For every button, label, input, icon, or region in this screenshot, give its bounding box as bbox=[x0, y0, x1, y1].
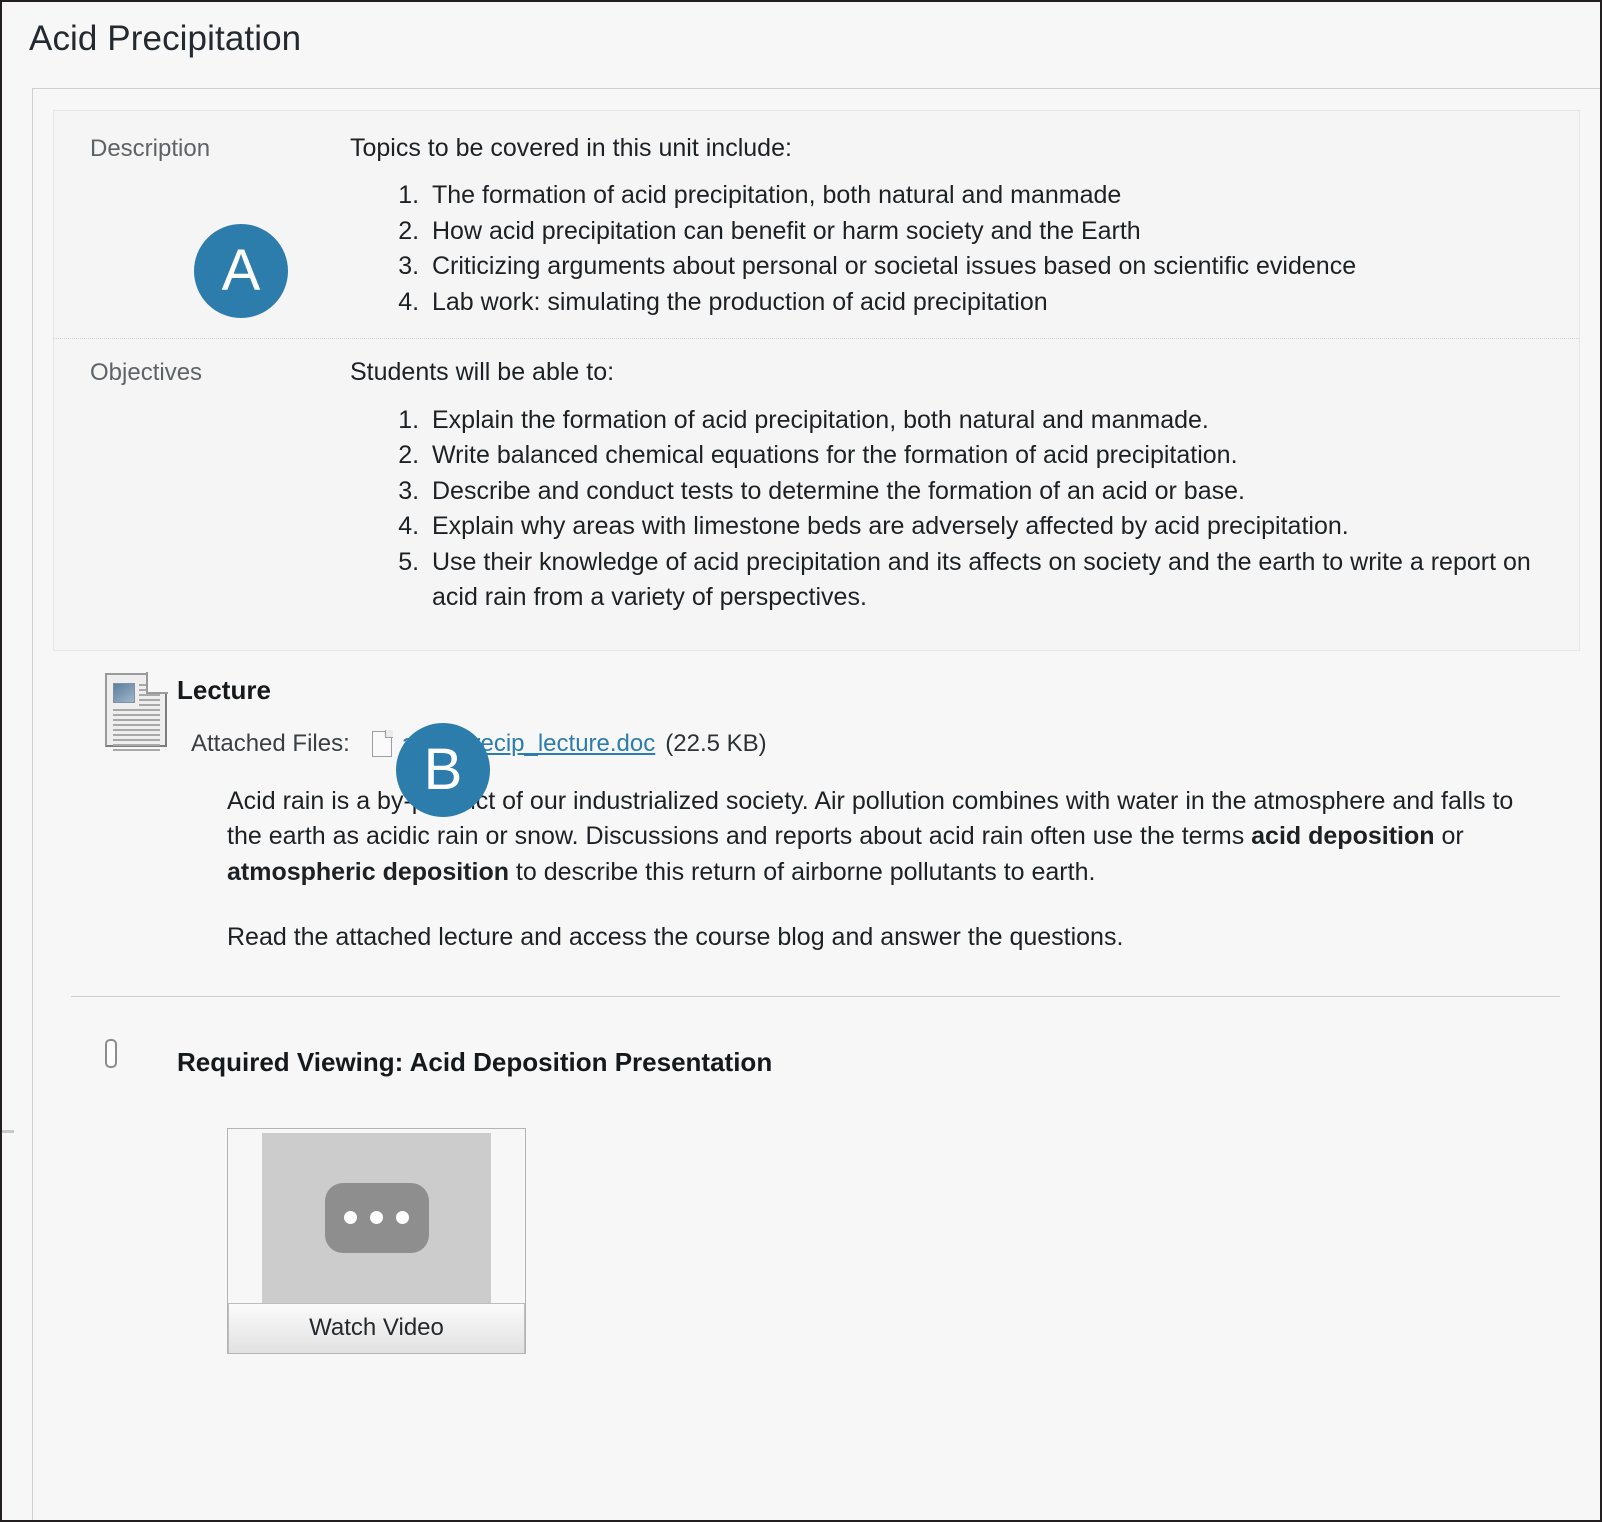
document-icon bbox=[105, 671, 168, 751]
list-item: Use their knowledge of acid precipitatio… bbox=[426, 545, 1549, 616]
viewing-header: Required Viewing: Acid Deposition Presen… bbox=[53, 1038, 1580, 1078]
objectives-intro: Students will be able to: bbox=[350, 358, 615, 387]
video-card[interactable]: Watch Video bbox=[227, 1127, 526, 1354]
attached-files-label: Attached Files: bbox=[191, 729, 350, 757]
description-label: Description bbox=[90, 135, 211, 162]
list-item: How acid precipitation can benefit or ha… bbox=[426, 214, 1549, 250]
viewing-main: Required Viewing: Acid Deposition Presen… bbox=[177, 1041, 1580, 1078]
objectives-label: Objectives bbox=[90, 359, 203, 387]
video-placeholder-icon bbox=[324, 1182, 429, 1253]
objectives-body: Students will be able to: Explain the fo… bbox=[350, 357, 1579, 615]
lecture-title: Lecture bbox=[177, 674, 271, 705]
metadata-box: Description Topics to be covered in this… bbox=[53, 110, 1580, 651]
list-item: Criticizing arguments about personal or … bbox=[426, 249, 1549, 285]
list-item: Describe and conduct tests to determine … bbox=[426, 474, 1549, 510]
objectives-row: Objectives Students will be able to: Exp… bbox=[54, 338, 1579, 649]
lecture-main: Lecture Attached Files: acid_precip_lect… bbox=[177, 669, 1580, 758]
description-body: Topics to be covered in this unit includ… bbox=[350, 133, 1579, 320]
description-row: Description Topics to be covered in this… bbox=[54, 111, 1579, 338]
border-tick-mark bbox=[2, 1130, 14, 1133]
objectives-list: Explain the formation of acid precipitat… bbox=[350, 403, 1549, 616]
required-viewing-title: Required Viewing: Acid Deposition Presen… bbox=[177, 1046, 773, 1077]
video-thumbnail[interactable] bbox=[262, 1132, 491, 1303]
list-item: Write balanced chemical equations for th… bbox=[426, 438, 1549, 474]
watch-video-button[interactable]: Watch Video bbox=[228, 1302, 525, 1353]
lecture-para-text-2: or bbox=[1434, 822, 1464, 851]
section-divider bbox=[71, 995, 1560, 997]
lecture-bold-term-1: acid deposition bbox=[1251, 822, 1435, 851]
required-viewing-section: Required Viewing: Acid Deposition Presen… bbox=[33, 1038, 1600, 1354]
lecture-paragraph-1: Acid rain is a by-product of our industr… bbox=[53, 784, 1580, 891]
lecture-header: Lecture Attached Files: acid_precip_lect… bbox=[53, 669, 1580, 758]
list-item: Explain the formation of acid precipitat… bbox=[426, 403, 1549, 439]
callout-badge-b: B bbox=[396, 723, 490, 817]
description-intro: Topics to be covered in this unit includ… bbox=[350, 134, 792, 162]
course-content-screen: Acid Precipitation A B Description Topic… bbox=[0, 0, 1602, 1522]
lecture-paragraph-2: Read the attached lecture and access the… bbox=[227, 923, 1124, 952]
callout-badge-a: A bbox=[194, 224, 288, 318]
lecture-icon-column bbox=[53, 669, 177, 751]
file-icon bbox=[371, 729, 393, 757]
list-item: The formation of acid precipitation, bot… bbox=[426, 178, 1549, 214]
list-item: Explain why areas with limestone beds ar… bbox=[426, 509, 1549, 545]
description-list: The formation of acid precipitation, bot… bbox=[350, 178, 1549, 320]
lecture-bold-term-2: atmospheric deposition bbox=[227, 857, 509, 886]
viewing-icon-column bbox=[53, 1038, 177, 1068]
attached-file-size: (22.5 KB) bbox=[665, 729, 767, 757]
image-icon bbox=[105, 1038, 117, 1068]
lecture-para-text-3: to describe this return of airborne poll… bbox=[508, 857, 1096, 886]
list-item: Lab work: simulating the production of a… bbox=[426, 285, 1549, 321]
page-title: Acid Precipitation bbox=[29, 19, 302, 58]
attached-files-row: Attached Files: acid_precip_lecture.doc … bbox=[177, 729, 1580, 758]
lecture-section: Lecture Attached Files: acid_precip_lect… bbox=[33, 669, 1600, 997]
